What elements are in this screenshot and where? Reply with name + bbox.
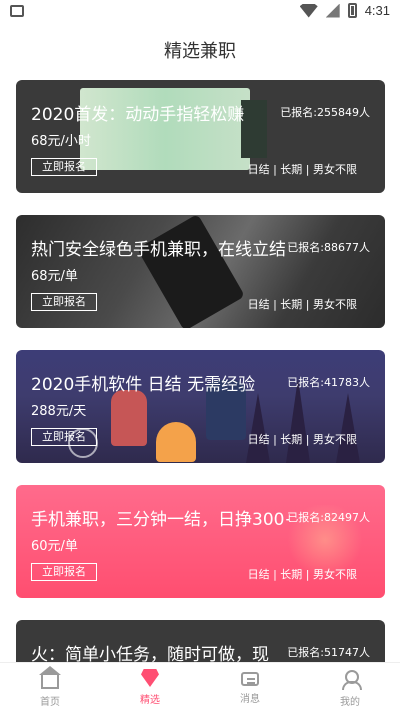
job-price: 288元/天: [31, 404, 87, 419]
nav-label: 首页: [40, 697, 60, 708]
nav-item-profile[interactable]: 我的: [300, 663, 400, 711]
tree-shape: [336, 393, 360, 463]
card-image-detail: [241, 100, 267, 158]
job-price: 60元/单: [31, 539, 78, 554]
signup-button[interactable]: 立即报名: [31, 428, 97, 446]
image-icon: [10, 5, 24, 17]
job-card-1[interactable]: 2020首发：动动手指轻松赚 已报名:255849人 68元/小时 立即报名 日…: [16, 80, 385, 193]
illustration-person: [111, 390, 147, 446]
job-price: 68元/单: [31, 269, 78, 284]
signup-button[interactable]: 立即报名: [31, 158, 97, 176]
signup-count: 已报名:88677人: [287, 241, 370, 254]
job-title: 热门安全绿色手机兼职，在线立结: [31, 240, 286, 260]
job-title: 火：简单小任务，随时可做，现: [31, 645, 269, 662]
job-price: 68元/小时: [31, 134, 91, 149]
signup-count: 已报名:41783人: [287, 376, 370, 389]
battery-icon: [347, 3, 357, 18]
nav-item-home[interactable]: 首页: [0, 663, 100, 711]
job-tags: 日结 | 长期 | 男女不限: [247, 163, 357, 176]
wifi-icon: [299, 3, 318, 18]
status-time: 4:31: [364, 3, 390, 18]
nav-label: 我的: [340, 697, 360, 708]
signup-count: 已报名:51747人: [287, 646, 370, 659]
job-card-3[interactable]: 2020手机软件 日结 无需经验 已报名:41783人 288元/天 立即报名 …: [16, 350, 385, 463]
status-bar: 4:31: [0, 0, 400, 24]
campfire-illustration: [156, 422, 196, 462]
signup-count: 已报名:82497人: [287, 511, 370, 524]
signup-count: 已报名:255849人: [280, 106, 370, 119]
nav-item-messages[interactable]: 消息: [200, 663, 300, 711]
nav-label: 消息: [240, 694, 260, 705]
job-card-5[interactable]: 火：简单小任务，随时可做，现 已报名:51747人: [16, 620, 385, 662]
job-tags: 日结 | 长期 | 男女不限: [247, 433, 357, 446]
job-card-4[interactable]: 手机兼职，三分钟一结，日挣300+ 已报名:82497人 60元/单 立即报名 …: [16, 485, 385, 598]
tree-shape: [286, 378, 310, 463]
tree-shape: [246, 393, 270, 463]
signup-button[interactable]: 立即报名: [31, 563, 97, 581]
signup-button[interactable]: 立即报名: [31, 293, 97, 311]
nav-label: 精选: [140, 695, 160, 706]
nav-item-featured[interactable]: 精选: [100, 663, 200, 711]
user-icon: [340, 669, 362, 690]
job-tags: 日结 | 长期 | 男女不限: [247, 298, 357, 311]
home-icon: [39, 666, 61, 689]
bottom-navigation: 首页 精选 消息 我的: [0, 662, 400, 711]
job-title: 2020首发：动动手指轻松赚: [31, 105, 245, 125]
status-icons: 4:31: [299, 3, 390, 18]
job-card-2[interactable]: 热门安全绿色手机兼职，在线立结 已报名:88677人 68元/单 立即报名 日结…: [16, 215, 385, 328]
job-title: 2020手机软件 日结 无需经验: [31, 375, 256, 395]
diamond-icon: [141, 669, 159, 687]
job-list[interactable]: 2020首发：动动手指轻松赚 已报名:255849人 68元/小时 立即报名 日…: [0, 80, 400, 662]
signal-icon: [325, 3, 340, 18]
page-title: 精选兼职: [0, 24, 400, 80]
chat-icon: [241, 672, 259, 686]
job-title: 手机兼职，三分钟一结，日挣300+: [31, 510, 289, 530]
job-tags: 日结 | 长期 | 男女不限: [247, 568, 357, 581]
